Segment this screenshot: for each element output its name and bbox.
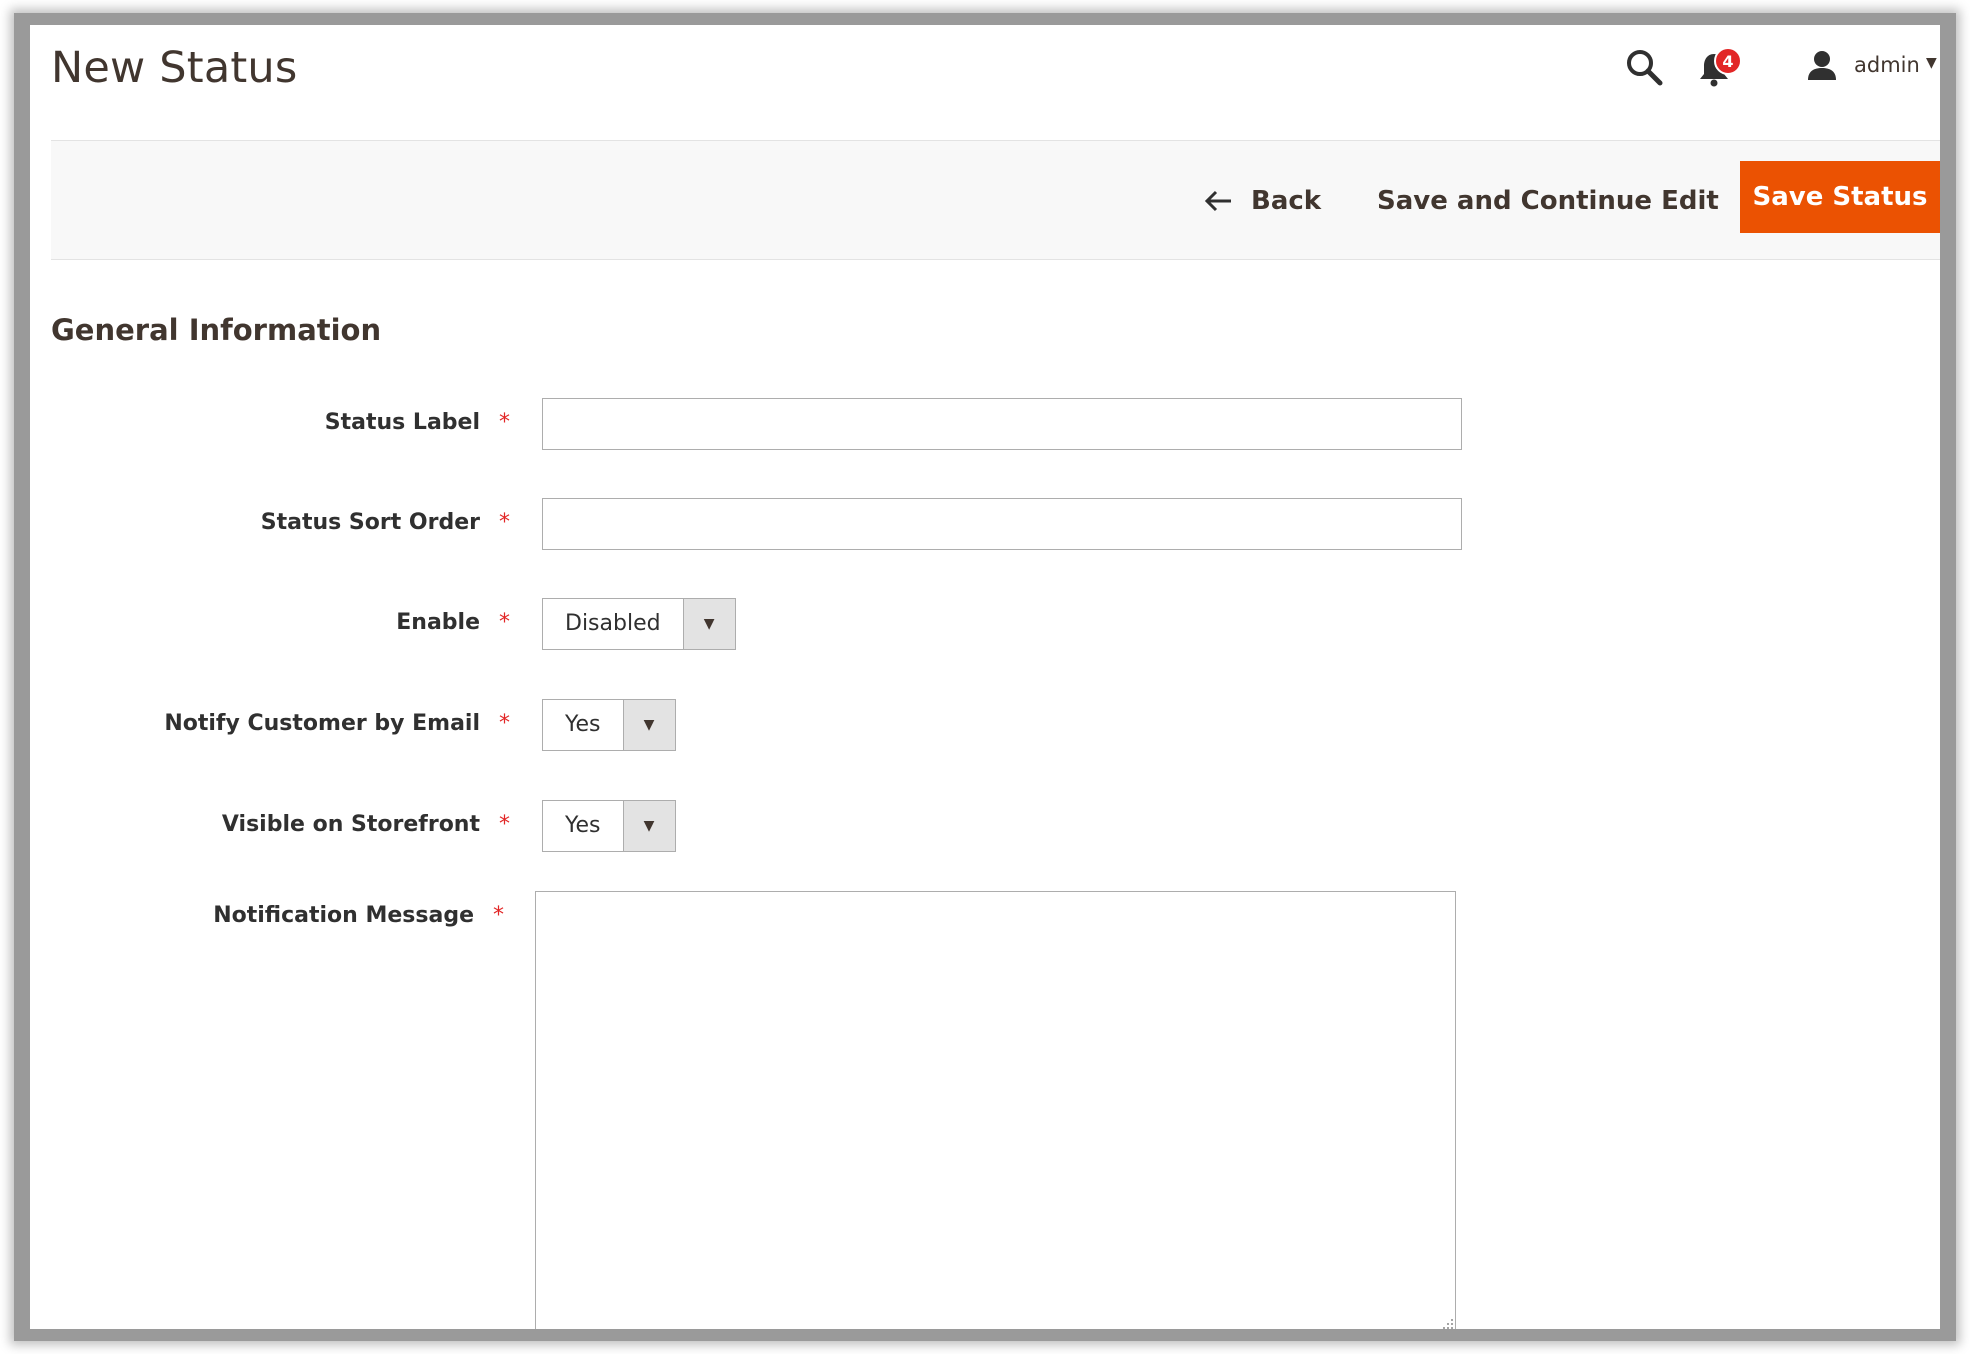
enable-select-value: Disabled xyxy=(565,611,661,636)
screenshot-frame: New Status 4 admin ▼ Back Save and Conti… xyxy=(14,13,1956,1341)
notification-message-textarea[interactable] xyxy=(535,891,1456,1329)
arrow-left-icon xyxy=(1204,190,1231,212)
save-status-button[interactable]: Save Status xyxy=(1740,161,1940,233)
visible-storefront-select-value: Yes xyxy=(565,813,601,838)
enable-label: Enable xyxy=(396,610,480,635)
status-sort-order-input[interactable] xyxy=(542,498,1462,550)
required-marker: * xyxy=(493,903,504,928)
page-actions-bar: Back Save and Continue Edit Save Status xyxy=(51,140,1940,260)
resize-grip-icon[interactable] xyxy=(1440,1316,1454,1329)
search-icon[interactable] xyxy=(1624,47,1664,87)
notify-customer-label: Notify Customer by Email xyxy=(164,711,480,736)
enable-select[interactable]: Disabled ▼ xyxy=(542,598,736,650)
status-label-label: Status Label xyxy=(324,410,480,435)
required-marker: * xyxy=(499,610,510,635)
notify-customer-select-value: Yes xyxy=(565,712,601,737)
chevron-down-icon: ▼ xyxy=(1926,55,1937,71)
required-marker: * xyxy=(499,410,510,435)
notifications-badge: 4 xyxy=(1714,47,1742,75)
required-marker: * xyxy=(499,812,510,837)
back-button-label: Back xyxy=(1251,186,1322,216)
chevron-down-icon: ▼ xyxy=(622,801,675,851)
status-label-input[interactable] xyxy=(542,398,1462,450)
chevron-down-icon: ▼ xyxy=(682,599,735,649)
user-menu[interactable]: admin ▼ xyxy=(1806,47,1937,87)
status-sort-order-label: Status Sort Order xyxy=(260,510,480,535)
user-icon xyxy=(1808,51,1836,80)
notifications-button[interactable]: 4 xyxy=(1698,47,1758,93)
visible-storefront-select[interactable]: Yes ▼ xyxy=(542,800,676,852)
user-name: admin xyxy=(1854,53,1920,77)
admin-page: New Status 4 admin ▼ Back Save and Conti… xyxy=(30,25,1940,1329)
notification-message-label: Notification Message xyxy=(213,903,474,928)
notify-customer-select[interactable]: Yes ▼ xyxy=(542,699,676,751)
visible-storefront-label: Visible on Storefront xyxy=(221,812,480,837)
required-marker: * xyxy=(499,711,510,736)
required-marker: * xyxy=(499,510,510,535)
save-and-continue-button[interactable]: Save and Continue Edit xyxy=(1377,179,1719,223)
page-title: New Status xyxy=(51,43,298,93)
chevron-down-icon: ▼ xyxy=(622,700,675,750)
back-button[interactable]: Back xyxy=(1203,179,1321,223)
section-title: General Information xyxy=(51,313,382,347)
